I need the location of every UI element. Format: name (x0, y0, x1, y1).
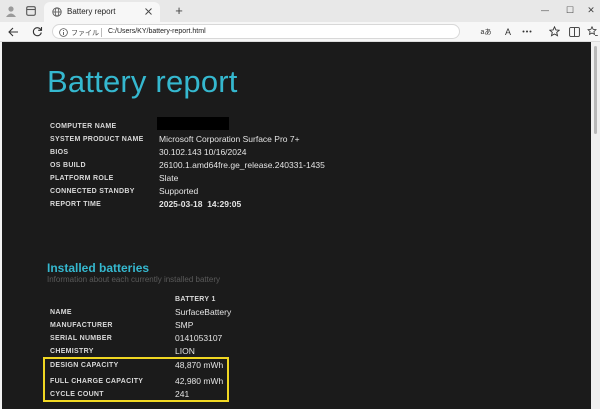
more-icon[interactable] (520, 25, 534, 38)
favorite-star-icon[interactable] (547, 25, 561, 38)
workspaces-icon[interactable] (24, 4, 38, 18)
back-icon[interactable] (6, 25, 20, 38)
maximize-icon[interactable]: ☐ (563, 4, 577, 16)
scrollbar-thumb[interactable] (594, 46, 597, 134)
chemistry-label: CHEMISTRY (50, 348, 94, 355)
chemistry-value: LION (175, 346, 195, 356)
platform-role-label: PLATFORM ROLE (50, 175, 114, 182)
computer-name-redaction (157, 117, 229, 130)
refresh-icon[interactable] (30, 25, 44, 38)
platform-role-value: Slate (159, 173, 179, 183)
tab-title: Battery report (67, 7, 116, 16)
os-build-value: 26100.1.amd64fre.ge_release.240331-1435 (159, 160, 325, 170)
serial-number-label: SERIAL NUMBER (50, 335, 113, 342)
manufacturer-value: SMP (175, 320, 194, 330)
battery-column-header: BATTERY 1 (175, 296, 216, 303)
address-divider (101, 28, 102, 37)
battery-report-document: Battery report COMPUTER NAME SYSTEM PROD… (2, 42, 591, 409)
bios-value: 30.102.143 10/16/2024 (159, 147, 247, 157)
vertical-scrollbar[interactable] (591, 42, 600, 409)
manufacturer-label: MANUFACTURER (50, 322, 113, 329)
new-tab-icon[interactable]: + (172, 3, 186, 18)
tab-battery-report[interactable]: Battery report (44, 2, 160, 22)
report-time-label: REPORT TIME (50, 201, 102, 208)
report-time-value: 2025-03-18 14:29:05 (159, 199, 242, 209)
address-scheme-label: ファイル (71, 30, 99, 37)
navigation-bar: ファイル C:/Users/KY/battery-report.html aあ … (0, 22, 600, 42)
split-screen-icon[interactable] (567, 25, 581, 38)
url-text[interactable]: C:/Users/KY/battery-report.html (108, 28, 206, 35)
globe-icon (51, 6, 62, 17)
installed-batteries-heading: Installed batteries (47, 261, 150, 275)
battery-name-value: SurfaceBattery (175, 307, 232, 317)
connected-standby-value: Supported (159, 186, 199, 196)
bios-label: BIOS (50, 149, 69, 156)
computer-name-label: COMPUTER NAME (50, 123, 117, 130)
battery-name-label: NAME (50, 309, 72, 316)
reader-icon[interactable]: aあ (479, 25, 493, 38)
read-aloud-icon[interactable]: A (501, 25, 515, 38)
capacity-highlight-box (43, 357, 229, 402)
profile-icon[interactable] (4, 4, 18, 18)
close-window-icon[interactable]: ✕ (584, 4, 598, 16)
installed-batteries-subheading: Information about each currently install… (47, 275, 220, 284)
report-title: Battery report (47, 64, 238, 99)
minimize-icon[interactable]: — (538, 4, 552, 16)
page-viewport: Battery report COMPUTER NAME SYSTEM PROD… (0, 42, 600, 409)
address-bar[interactable]: ファイル C:/Users/KY/battery-report.html (52, 24, 460, 39)
title-bar: Battery report + — ☐ ✕ (0, 0, 600, 22)
info-icon[interactable] (58, 27, 68, 37)
favorites-icon[interactable] (586, 25, 599, 38)
connected-standby-label: CONNECTED STANDBY (50, 188, 135, 195)
close-tab-icon[interactable] (143, 6, 154, 17)
serial-number-value: 0141053107 (175, 333, 223, 343)
system-product-name-label: SYSTEM PRODUCT NAME (50, 136, 144, 143)
os-build-label: OS BUILD (50, 162, 86, 169)
system-product-name-value: Microsoft Corporation Surface Pro 7+ (159, 134, 300, 144)
